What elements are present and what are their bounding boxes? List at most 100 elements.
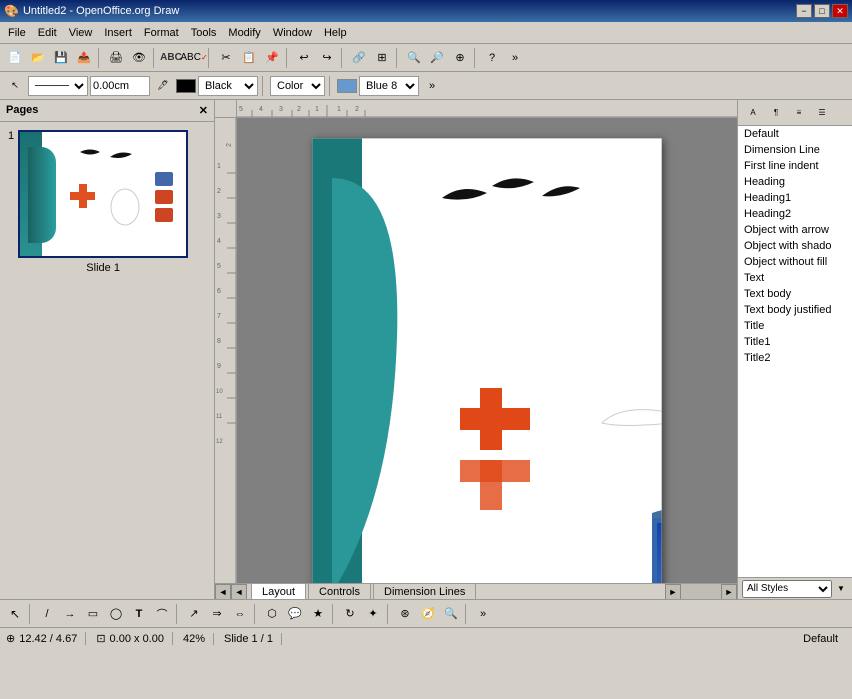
style-type-3[interactable]: ≡ xyxy=(788,102,810,124)
print-button[interactable]: 🖨 xyxy=(105,47,127,69)
curve-tool[interactable]: ⌒ xyxy=(151,603,173,625)
menu-insert[interactable]: Insert xyxy=(98,25,138,41)
zoom-out-button[interactable]: 🔎 xyxy=(426,47,448,69)
style-item-object-no-fill[interactable]: Object without fill xyxy=(738,254,852,270)
minimize-button[interactable]: − xyxy=(796,4,812,18)
ellipse-tool[interactable]: ◯ xyxy=(105,603,127,625)
slide-thumbnail-1[interactable] xyxy=(18,130,188,258)
hyperlink-button[interactable]: 🔗 xyxy=(348,47,370,69)
save-button[interactable]: 💾 xyxy=(50,47,72,69)
table-button[interactable]: ⊞ xyxy=(371,47,393,69)
tab-dimension-lines[interactable]: Dimension Lines xyxy=(373,583,476,599)
style-item-text-body[interactable]: Text body xyxy=(738,286,852,302)
tab-controls[interactable]: Controls xyxy=(308,583,371,599)
fill-options-button[interactable]: » xyxy=(421,75,443,97)
style-item-heading1[interactable]: Heading1 xyxy=(738,190,852,206)
show-changes-button[interactable]: ⊛ xyxy=(394,603,416,625)
close-button[interactable]: ✕ xyxy=(832,4,848,18)
scroll-left-button[interactable]: ◄ xyxy=(215,584,231,600)
fill-type-select[interactable]: Color xyxy=(270,76,325,96)
cut-button[interactable]: ✂ xyxy=(215,47,237,69)
scroll-right-button-2[interactable]: ► xyxy=(665,584,681,600)
text-tool[interactable]: T xyxy=(128,603,150,625)
select-tool[interactable]: ↖ xyxy=(4,603,26,625)
tab-layout[interactable]: Layout xyxy=(251,583,306,599)
select-object-button[interactable]: ↖ xyxy=(4,75,26,97)
preview-button[interactable]: 👁 xyxy=(128,47,150,69)
export-button[interactable]: 📤 xyxy=(73,47,95,69)
menu-view[interactable]: View xyxy=(63,25,99,41)
style-item-object-shadow[interactable]: Object with shado xyxy=(738,238,852,254)
line-style-select[interactable]: ────── xyxy=(28,76,88,96)
callout-tool[interactable]: 💬 xyxy=(284,603,306,625)
style-item-default[interactable]: Default xyxy=(738,126,852,142)
style-options-button[interactable]: ▼ xyxy=(834,578,848,600)
line-tool[interactable]: / xyxy=(36,603,58,625)
formatting-bar: ↖ ────── 🖊 Black Color Blue 8 » xyxy=(0,72,852,100)
svg-text:5: 5 xyxy=(217,263,221,270)
block-arrows-tool[interactable]: ⇔ xyxy=(229,603,251,625)
style-item-first-line-indent[interactable]: First line indent xyxy=(738,158,852,174)
slide-canvas[interactable]: OpenOffice. 2.0 xyxy=(237,118,737,583)
window-title: Untitled2 - OpenOffice.org Draw xyxy=(23,5,179,17)
menu-help[interactable]: Help xyxy=(318,25,353,41)
menu-tools[interactable]: Tools xyxy=(185,25,223,41)
zoom-status[interactable]: 42% xyxy=(183,633,214,645)
style-type-2[interactable]: ¶ xyxy=(765,102,787,124)
style-item-title2[interactable]: Title2 xyxy=(738,350,852,366)
connector-tool[interactable]: ↗ xyxy=(183,603,205,625)
copy-button[interactable]: 📋 xyxy=(238,47,260,69)
menu-edit[interactable]: Edit xyxy=(32,25,63,41)
style-item-dimension-line[interactable]: Dimension Line xyxy=(738,142,852,158)
style-item-text-body-justified[interactable]: Text body justified xyxy=(738,302,852,318)
zoom-in-button[interactable]: 🔍 xyxy=(403,47,425,69)
paste-button[interactable]: 📌 xyxy=(261,47,283,69)
arrow-tool[interactable]: → xyxy=(59,603,81,625)
redo-button[interactable]: ↪ xyxy=(316,47,338,69)
help-button[interactable]: ? xyxy=(481,47,503,69)
style-filter-select[interactable]: All Styles Applied Styles Custom Styles xyxy=(742,580,832,598)
pages-close-button[interactable]: ✕ xyxy=(199,104,208,117)
h-scrollbar[interactable]: ◄ ◄ Layout Controls Dimension Lines ► ► xyxy=(215,583,737,599)
find-button[interactable]: 🔍 xyxy=(440,603,462,625)
new-button[interactable]: 📄 xyxy=(4,47,26,69)
maximize-button[interactable]: □ xyxy=(814,4,830,18)
style-item-text[interactable]: Text xyxy=(738,270,852,286)
style-type-4[interactable]: ☰ xyxy=(811,102,833,124)
point-edit-tool[interactable]: ✦ xyxy=(362,603,384,625)
color-select[interactable]: Black xyxy=(198,76,258,96)
svg-text:1: 1 xyxy=(315,106,319,113)
style-item-heading2[interactable]: Heading2 xyxy=(738,206,852,222)
flowchart-tool[interactable]: ⬡ xyxy=(261,603,283,625)
fill-color-select[interactable]: Blue 8 xyxy=(359,76,419,96)
separator xyxy=(396,48,400,68)
slide-status: Slide 1 / 1 xyxy=(224,633,282,645)
menu-modify[interactable]: Modify xyxy=(222,25,266,41)
arrow-shapes-tool[interactable]: ⇒ xyxy=(206,603,228,625)
style-item-object-arrow[interactable]: Object with arrow xyxy=(738,222,852,238)
menu-window[interactable]: Window xyxy=(267,25,318,41)
star-tool[interactable]: ★ xyxy=(307,603,329,625)
more-button[interactable]: » xyxy=(504,47,526,69)
zoom-options-button[interactable]: ⊕ xyxy=(449,47,471,69)
spell2-button[interactable]: ABC✓ xyxy=(183,47,205,69)
open-button[interactable]: 📂 xyxy=(27,47,49,69)
scroll-right-end-button[interactable]: ► xyxy=(721,584,737,600)
style-type-1[interactable]: A xyxy=(742,102,764,124)
menu-file[interactable]: File xyxy=(2,25,32,41)
separator xyxy=(208,48,212,68)
style-item-heading[interactable]: Heading xyxy=(738,174,852,190)
more-drawing-button[interactable]: » xyxy=(472,603,494,625)
h-scroll-thumb[interactable] xyxy=(681,584,721,600)
rotate-tool[interactable]: ↻ xyxy=(339,603,361,625)
style-item-title1[interactable]: Title1 xyxy=(738,334,852,350)
navigator-button[interactable]: 🧭 xyxy=(417,603,439,625)
style-item-title[interactable]: Title xyxy=(738,318,852,334)
line-color-picker-button[interactable]: 🖊 xyxy=(152,75,174,97)
undo-button[interactable]: ↩ xyxy=(293,47,315,69)
menu-format[interactable]: Format xyxy=(138,25,185,41)
scroll-right-button-1[interactable]: ◄ xyxy=(231,584,247,600)
line-width-input[interactable] xyxy=(90,76,150,96)
spell-button[interactable]: ABC xyxy=(160,47,182,69)
rect-tool[interactable]: ▭ xyxy=(82,603,104,625)
